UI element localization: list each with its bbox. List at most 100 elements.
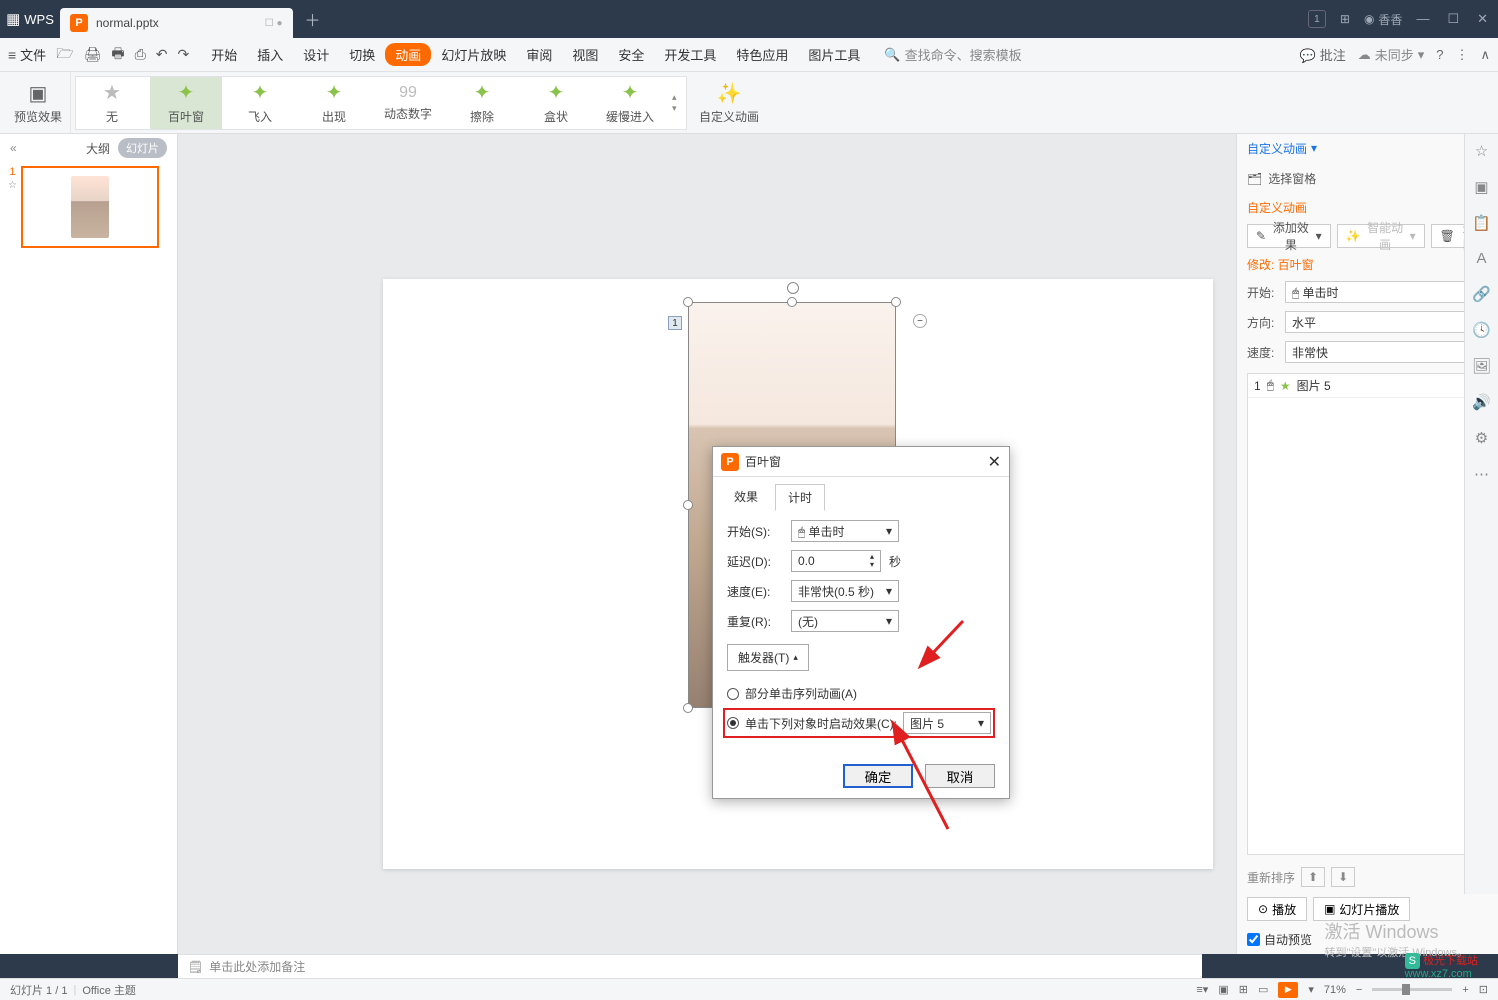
text-a-icon[interactable]: A bbox=[1476, 250, 1486, 267]
clipboard-icon[interactable]: 📋 bbox=[1472, 214, 1491, 232]
radio-click-object[interactable]: 单击下列对象时启动效果(C): 图片 5▾ bbox=[723, 708, 995, 738]
resize-handle-bl[interactable] bbox=[683, 703, 693, 713]
tab-start[interactable]: 开始 bbox=[201, 45, 247, 64]
gallery-more[interactable]: ▴▾ bbox=[668, 88, 686, 118]
file-menu[interactable]: 文件 bbox=[20, 45, 46, 64]
anim-slowin[interactable]: ✦缓慢进入 bbox=[594, 77, 666, 129]
notes-bar[interactable]: 🗒 单击此处添加备注 bbox=[178, 954, 1202, 978]
preview-effect-button[interactable]: ▣ 预览效果 bbox=[6, 72, 71, 133]
speed-select[interactable]: 非常快(0.5 秒)▾ bbox=[791, 580, 899, 602]
trigger-button[interactable]: 触发器(T) ▴ bbox=[727, 644, 809, 671]
slideshow-button[interactable]: ▣ 幻灯片播放 bbox=[1313, 897, 1410, 921]
tab-transition[interactable]: 切换 bbox=[339, 45, 385, 64]
reading-view-icon[interactable]: ▭ bbox=[1258, 983, 1268, 996]
move-down-button[interactable]: ⬇ bbox=[1331, 867, 1355, 887]
resize-handle-tr[interactable] bbox=[891, 297, 901, 307]
tab-timing[interactable]: 计时 bbox=[775, 484, 825, 511]
tab-insert[interactable]: 插入 bbox=[247, 45, 293, 64]
direction-select[interactable]: 水平▾ bbox=[1285, 311, 1488, 333]
sorter-view-icon[interactable]: ⊞ bbox=[1239, 983, 1248, 996]
dialog-close-button[interactable]: ✕ bbox=[988, 452, 1001, 472]
outline-tab[interactable]: 大纲 bbox=[86, 140, 110, 157]
new-tab-button[interactable]: ＋ bbox=[299, 5, 327, 33]
anim-numbers[interactable]: 99动态数字 bbox=[372, 77, 444, 129]
speed-select[interactable]: 非常快▾ bbox=[1285, 341, 1488, 363]
custom-animation-button[interactable]: ✨ 自定义动画 bbox=[691, 72, 767, 133]
normal-view-icon[interactable]: ▣ bbox=[1218, 983, 1228, 996]
collapse-panel-icon[interactable]: « bbox=[10, 141, 17, 155]
close-button[interactable]: ✕ bbox=[1477, 11, 1488, 27]
ok-button[interactable]: 确定 bbox=[843, 764, 913, 788]
selection-pane-button[interactable]: 🗂选择窗格 bbox=[1237, 162, 1498, 195]
repeat-select[interactable]: (无)▾ bbox=[791, 610, 899, 632]
apps-icon[interactable]: ⊞ bbox=[1340, 12, 1350, 26]
print-icon[interactable]: 🖶 bbox=[111, 43, 124, 67]
link-icon[interactable]: 🔗 bbox=[1472, 285, 1491, 303]
maximize-button[interactable]: ☐ bbox=[1447, 11, 1459, 27]
tab-review[interactable]: 审阅 bbox=[516, 45, 562, 64]
delay-input[interactable]: 0.0▴▾ bbox=[791, 550, 881, 572]
cancel-button[interactable]: 取消 bbox=[925, 764, 995, 788]
auto-preview-checkbox[interactable] bbox=[1247, 933, 1260, 946]
resize-handle-tm[interactable] bbox=[787, 297, 797, 307]
document-tab[interactable]: P normal.pptx ☐ ● bbox=[60, 8, 293, 38]
anim-flyin[interactable]: ✦飞入 bbox=[224, 77, 296, 129]
sound-icon[interactable]: 🔊 bbox=[1472, 393, 1491, 411]
animation-list-item[interactable]: 1 🖱 ★ 图片 5 ▾ bbox=[1248, 374, 1487, 398]
move-up-button[interactable]: ⬆ bbox=[1301, 867, 1325, 887]
minimize-button[interactable]: — bbox=[1416, 11, 1429, 27]
tab-featured[interactable]: 特色应用 bbox=[726, 45, 798, 64]
tab-slideshow[interactable]: 幻灯片放映 bbox=[431, 45, 516, 64]
slideshow-button[interactable]: ▶ bbox=[1278, 982, 1298, 998]
save-icon[interactable]: 🖨 bbox=[84, 46, 102, 63]
tab-view[interactable]: 视图 bbox=[562, 45, 608, 64]
more-icon[interactable]: ⋯ bbox=[1474, 465, 1489, 483]
tab-animation[interactable]: 动画 bbox=[385, 43, 431, 66]
search-box[interactable]: 🔍 查找命令、搜索模板 bbox=[884, 45, 1021, 64]
more-icon[interactable]: ⋮ bbox=[1455, 47, 1468, 63]
rotation-handle[interactable] bbox=[787, 282, 799, 294]
open-icon[interactable]: 🗁 bbox=[56, 43, 73, 67]
start-select[interactable]: 🖱 单击时▾ bbox=[1285, 281, 1488, 303]
fit-icon[interactable]: ⊡ bbox=[1479, 983, 1488, 996]
anim-none[interactable]: ★无 bbox=[76, 77, 148, 129]
anim-blinds[interactable]: ✦百叶窗 bbox=[150, 77, 222, 129]
radio-sequence[interactable]: 部分单击序列动画(A) bbox=[727, 685, 995, 702]
settings-icon[interactable]: ⚙ bbox=[1475, 429, 1488, 447]
view-menu-icon[interactable]: ≡▾ bbox=[1196, 983, 1208, 996]
sync-status[interactable]: ☁ 未同步 ▾ bbox=[1358, 45, 1425, 64]
start-select[interactable]: 🖱 单击时▾ bbox=[791, 520, 899, 542]
anim-box[interactable]: ✦盒状 bbox=[520, 77, 592, 129]
add-effect-button[interactable]: ✎ 添加效果 ▾ bbox=[1247, 224, 1331, 248]
undo-icon[interactable]: ↶ bbox=[156, 46, 168, 63]
zoom-in-icon[interactable]: + bbox=[1462, 984, 1468, 996]
tool-icon[interactable]: 🕓 bbox=[1472, 321, 1491, 339]
slide-thumbnail[interactable] bbox=[21, 166, 159, 248]
slides-tab[interactable]: 幻灯片 bbox=[118, 138, 167, 158]
anim-wipe[interactable]: ✦擦除 bbox=[446, 77, 518, 129]
user-avatar[interactable]: ◉ 香香 bbox=[1364, 11, 1403, 28]
tab-effect[interactable]: 效果 bbox=[721, 483, 771, 510]
tab-design[interactable]: 设计 bbox=[293, 45, 339, 64]
hamburger-icon[interactable]: ≡ bbox=[8, 47, 16, 63]
image-icon[interactable]: 🖼 bbox=[1472, 357, 1491, 375]
tab-security[interactable]: 安全 bbox=[608, 45, 654, 64]
trigger-object-select[interactable]: 图片 5▾ bbox=[903, 712, 991, 734]
resize-handle-tl[interactable] bbox=[683, 297, 693, 307]
smart-anim-button[interactable]: ✨ 智能动画 ▾ bbox=[1337, 224, 1425, 248]
tab-devtools[interactable]: 开发工具 bbox=[654, 45, 726, 64]
shape-icon[interactable]: ▣ bbox=[1474, 178, 1488, 196]
zoom-slider[interactable] bbox=[1372, 988, 1452, 991]
resize-handle-ml[interactable] bbox=[683, 500, 693, 510]
comment-button[interactable]: 💬 批注 bbox=[1300, 45, 1346, 64]
notification-badge[interactable]: 1 bbox=[1308, 10, 1326, 28]
anim-appear[interactable]: ✦出现 bbox=[298, 77, 370, 129]
play-button[interactable]: ⊙ 播放 bbox=[1247, 897, 1307, 921]
tab-options-icon[interactable]: ☐ ● bbox=[265, 18, 283, 29]
redo-icon[interactable]: ↷ bbox=[178, 46, 190, 63]
collapse-icon[interactable]: − bbox=[913, 314, 927, 328]
help-icon[interactable]: ? bbox=[1436, 47, 1443, 62]
zoom-out-icon[interactable]: − bbox=[1356, 984, 1362, 996]
collapse-ribbon-icon[interactable]: ∧ bbox=[1480, 47, 1490, 63]
tab-picture-tools[interactable]: 图片工具 bbox=[798, 45, 870, 64]
